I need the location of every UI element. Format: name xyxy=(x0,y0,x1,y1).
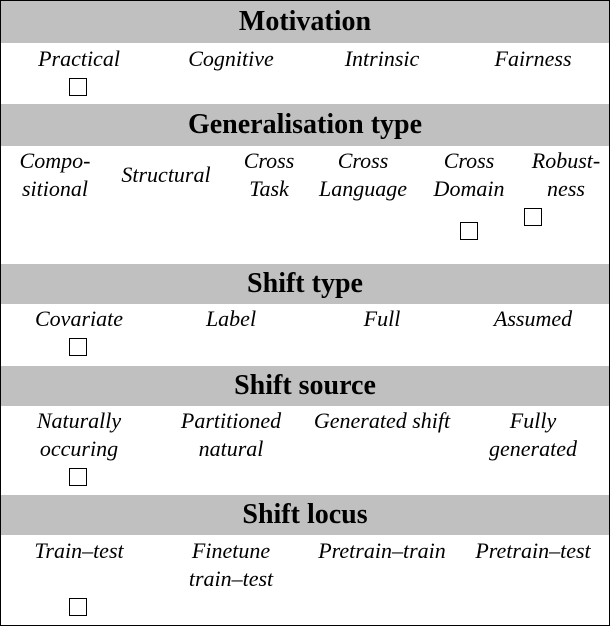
marker-box xyxy=(69,468,87,486)
item-full: Full xyxy=(363,306,401,331)
item-train-test: Train–test xyxy=(34,538,124,563)
item-assumed: Assumed xyxy=(493,306,573,331)
item-fairness: Fairness xyxy=(494,46,572,71)
section-header-generalisation-type: Generalisation type xyxy=(1,104,609,146)
marker-box xyxy=(69,78,87,96)
taxonomy-table: Motivation Practical Cognitive Intrinsic… xyxy=(0,0,610,626)
item-partitioned-natural: Partitioned natural xyxy=(180,408,282,461)
marker-box xyxy=(69,338,87,356)
item-cross-language: Cross Language xyxy=(319,148,407,201)
item-robustness: Robust- ness xyxy=(531,148,601,201)
section-header-shift-source: Shift source xyxy=(1,366,609,406)
item-cross-task: Cross Task xyxy=(243,148,295,201)
item-cross-domain: Cross Domain xyxy=(433,148,505,201)
item-label: Label xyxy=(205,306,257,331)
item-practical: Practical xyxy=(38,46,120,71)
item-structural: Structural xyxy=(121,162,211,187)
item-intrinsic: Intrinsic xyxy=(344,46,420,71)
item-pretrain-test: Pretrain–test xyxy=(475,538,591,563)
marker-box xyxy=(460,222,478,240)
item-fully-generated: Fully generated xyxy=(489,408,577,461)
section-header-motivation: Motivation xyxy=(1,1,609,43)
item-naturally-occuring: Naturally occuring xyxy=(36,408,122,461)
item-covariate: Covariate xyxy=(35,306,123,331)
item-generated-shift: Generated shift xyxy=(313,408,451,433)
item-finetune-train-test: Finetune train–test xyxy=(188,538,274,591)
item-pretrain-train: Pretrain–train xyxy=(318,538,446,563)
section-header-shift-locus: Shift locus xyxy=(1,495,609,535)
marker-box xyxy=(524,208,542,226)
section-header-shift-type: Shift type xyxy=(1,264,609,304)
item-cognitive: Cognitive xyxy=(188,46,274,71)
marker-box xyxy=(69,598,87,616)
item-compositional: Compo- sitional xyxy=(19,148,91,201)
